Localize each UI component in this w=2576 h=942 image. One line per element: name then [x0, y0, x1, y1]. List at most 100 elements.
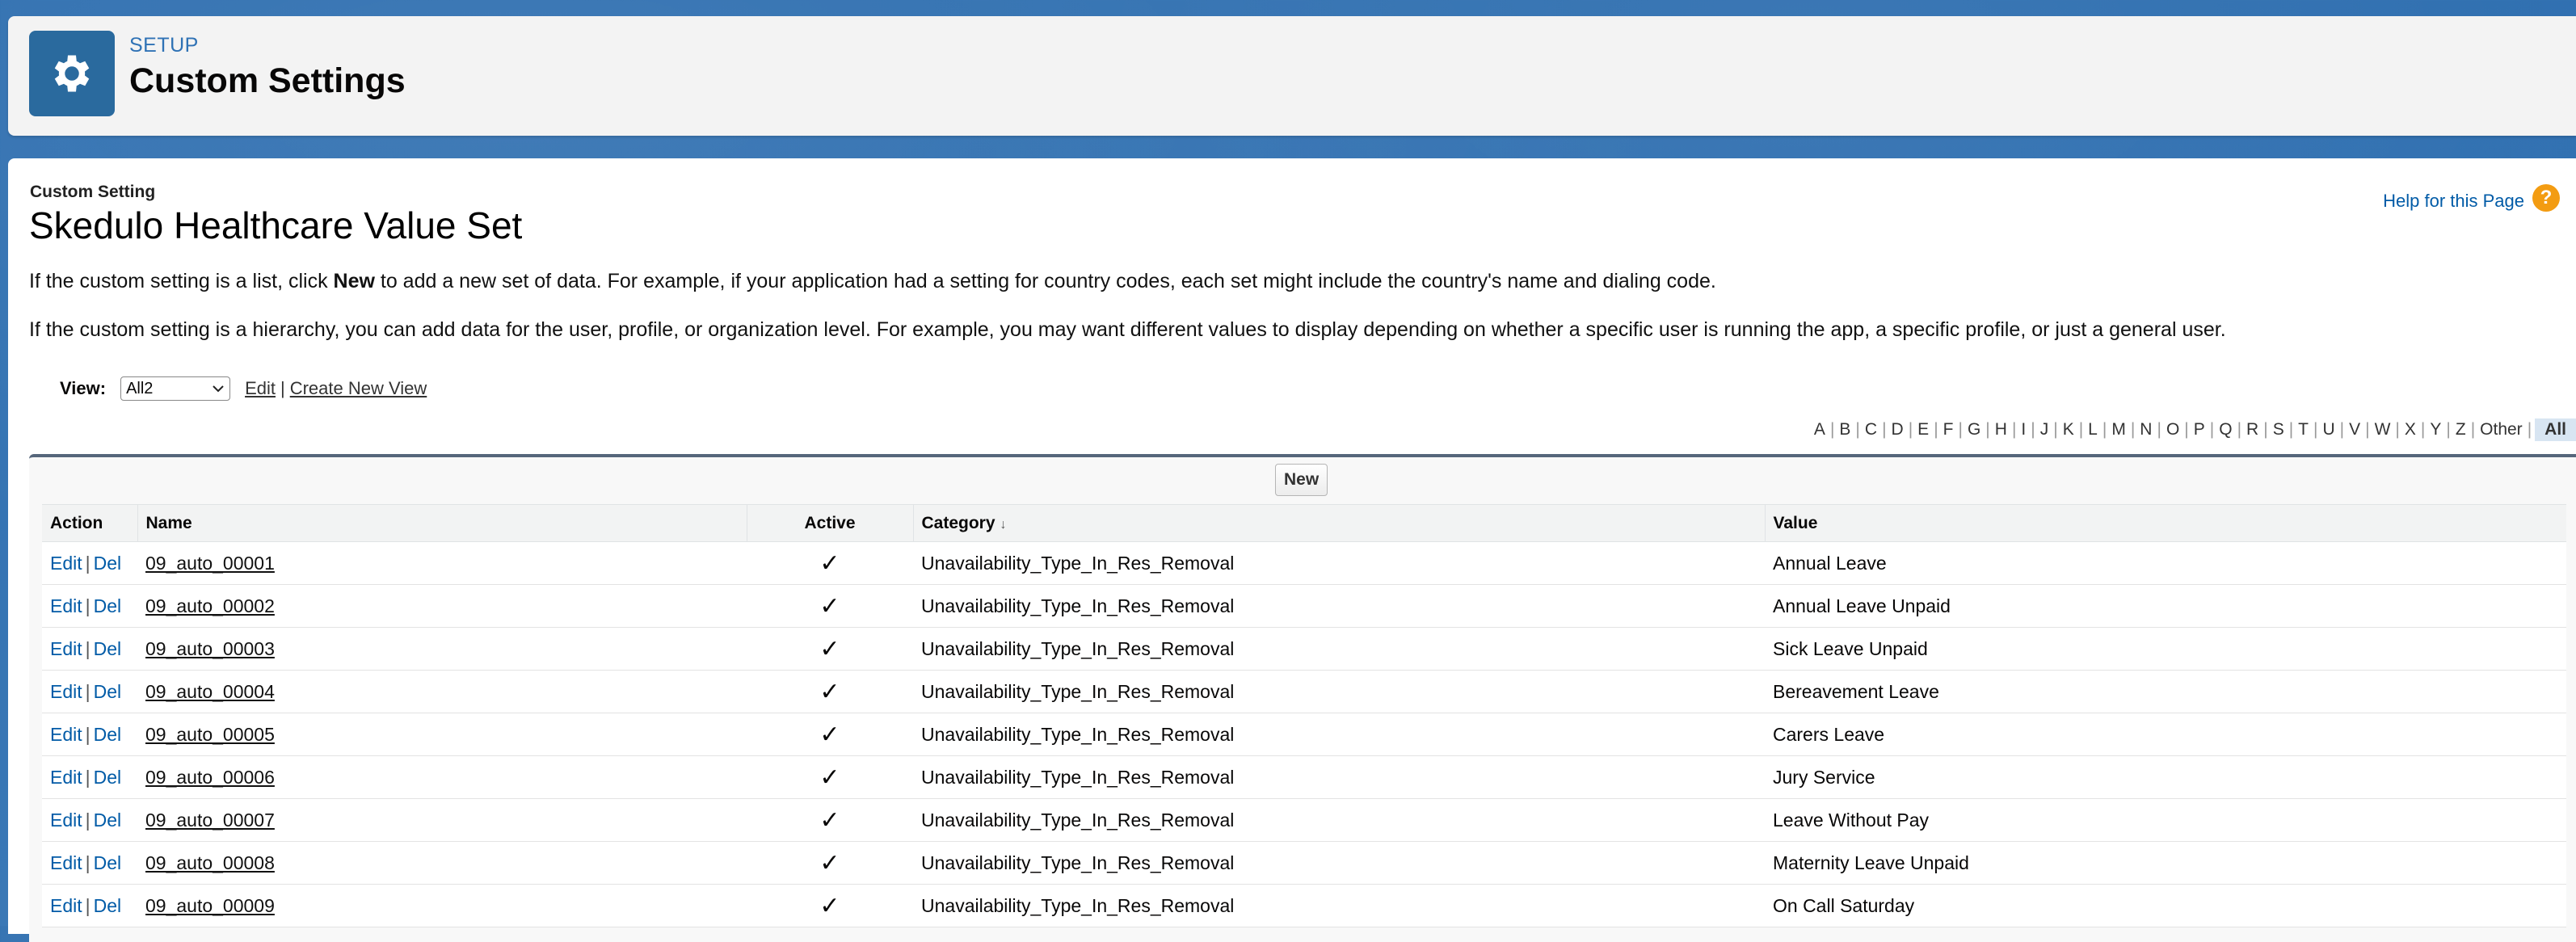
- alphabet-filter-f[interactable]: F: [1938, 420, 1959, 439]
- record-name-link[interactable]: 09_auto_00002: [145, 595, 275, 616]
- table-row: Edit | Del 09_auto_00006 ✓ Unavailability_Typ…: [42, 755, 2566, 799]
- view-select[interactable]: All2: [120, 376, 231, 401]
- value-cell: Maternity Leave Unpaid: [1765, 841, 2566, 885]
- category-cell: Unavailability_Type_In_Res_Removal: [913, 798, 1765, 842]
- action-divider: |: [85, 552, 90, 574]
- delete-link[interactable]: Del: [94, 852, 122, 873]
- record-name-link[interactable]: 09_auto_00005: [145, 724, 275, 745]
- alphabet-filter-n[interactable]: N: [2135, 420, 2157, 439]
- column-header-category[interactable]: Category ↓: [912, 504, 1765, 542]
- list-description-new: New: [333, 270, 375, 292]
- alphabet-filter-y[interactable]: Y: [2425, 420, 2446, 439]
- alphabet-filter-i[interactable]: I: [2016, 420, 2031, 439]
- action-divider: |: [85, 809, 90, 831]
- edit-link[interactable]: Edit: [50, 895, 82, 916]
- alphabet-filter-x[interactable]: X: [2400, 420, 2421, 439]
- name-cell: 09_auto_00007: [137, 798, 747, 842]
- create-view-link[interactable]: Create New View: [290, 378, 427, 399]
- alphabet-filter-j[interactable]: J: [2035, 420, 2054, 439]
- alphabet-filter: A | B | C | D | E | F | G | H | I | J | K | L | M | N | O | P | Q | R | S | T |…: [1809, 418, 2576, 441]
- row-actions: Edit | Del: [42, 755, 137, 799]
- record-name-link[interactable]: 09_auto_00001: [145, 553, 275, 574]
- edit-link[interactable]: Edit: [50, 638, 82, 659]
- category-cell: Unavailability_Type_In_Res_Removal: [913, 755, 1765, 799]
- delete-link[interactable]: Del: [94, 638, 122, 659]
- column-header-active[interactable]: Active: [746, 504, 913, 542]
- hierarchy-description: If the custom setting is a hierarchy, yo…: [29, 318, 2226, 341]
- alphabet-filter-u[interactable]: U: [2317, 420, 2339, 439]
- edit-link[interactable]: Edit: [50, 681, 82, 702]
- category-cell: Unavailability_Type_In_Res_Removal: [913, 627, 1765, 671]
- alphabet-filter-b[interactable]: B: [1834, 420, 1855, 439]
- category-cell: Unavailability_Type_In_Res_Removal: [913, 841, 1765, 885]
- alphabet-filter-o[interactable]: O: [2161, 420, 2184, 439]
- category-cell: Unavailability_Type_In_Res_Removal: [913, 584, 1765, 628]
- record-name-link[interactable]: 09_auto_00009: [145, 895, 275, 916]
- edit-link[interactable]: Edit: [50, 595, 82, 616]
- alphabet-filter-t[interactable]: T: [2293, 420, 2313, 439]
- row-actions: Edit | Del: [42, 798, 137, 842]
- alphabet-filter-d[interactable]: D: [1887, 420, 1909, 439]
- action-divider: |: [85, 852, 90, 873]
- delete-link[interactable]: Del: [94, 681, 122, 702]
- delete-link[interactable]: Del: [94, 553, 122, 574]
- alphabet-filter-c[interactable]: C: [1860, 420, 1882, 439]
- edit-link[interactable]: Edit: [50, 852, 82, 873]
- table-row: Edit | Del 09_auto_00008 ✓ Unavailability_Typ…: [42, 841, 2566, 885]
- edit-link[interactable]: Edit: [50, 767, 82, 788]
- table-header-row: Action Name Active Category ↓ Value: [42, 504, 2566, 542]
- view-label: View:: [60, 378, 107, 398]
- delete-link[interactable]: Del: [94, 767, 122, 788]
- list-table-block: New Action Name Active Category ↓ Value E…: [29, 454, 2576, 942]
- help-link[interactable]: Help for this Page: [2383, 191, 2524, 212]
- help-icon[interactable]: ?: [2532, 184, 2560, 212]
- row-actions: Edit | Del: [42, 670, 137, 713]
- alphabet-filter-s[interactable]: S: [2268, 420, 2289, 439]
- new-button[interactable]: New: [1275, 464, 1328, 496]
- edit-link[interactable]: Edit: [50, 810, 82, 831]
- action-divider: |: [85, 637, 90, 659]
- alphabet-filter-v[interactable]: V: [2344, 420, 2365, 439]
- alphabet-filter-z[interactable]: Z: [2451, 420, 2471, 439]
- gear-icon: [29, 31, 115, 116]
- checkmark-icon: ✓: [747, 541, 913, 585]
- alphabet-filter-all[interactable]: All: [2535, 418, 2576, 441]
- alphabet-filter-l[interactable]: L: [2083, 420, 2102, 439]
- row-actions: Edit | Del: [42, 627, 137, 671]
- alphabet-filter-e[interactable]: E: [1913, 420, 1934, 439]
- alphabet-filter-a[interactable]: A: [1809, 420, 1830, 439]
- record-name-link[interactable]: 09_auto_00007: [145, 810, 275, 831]
- value-cell: Bereavement Leave: [1765, 670, 2566, 713]
- delete-link[interactable]: Del: [94, 595, 122, 616]
- alphabet-filter-r[interactable]: R: [2241, 420, 2263, 439]
- record-name-link[interactable]: 09_auto_00003: [145, 638, 275, 659]
- table-row: Edit | Del 09_auto_00005 ✓ Unavailability_Typ…: [42, 713, 2566, 756]
- alphabet-filter-g[interactable]: G: [1963, 420, 1985, 439]
- record-name-link[interactable]: 09_auto_00004: [145, 681, 275, 702]
- edit-link[interactable]: Edit: [50, 724, 82, 745]
- action-divider: |: [85, 595, 90, 616]
- alphabet-filter-other[interactable]: Other: [2475, 420, 2528, 439]
- alphabet-filter-m[interactable]: M: [2107, 420, 2131, 439]
- name-cell: 09_auto_00004: [137, 670, 747, 713]
- table-row: Edit | Del 09_auto_00002 ✓ Unavailability_Typ…: [42, 584, 2566, 628]
- column-header-value[interactable]: Value: [1764, 504, 2566, 542]
- setup-label: SETUP: [129, 34, 199, 57]
- delete-link[interactable]: Del: [94, 895, 122, 916]
- checkmark-icon: ✓: [747, 755, 913, 799]
- alphabet-filter-k[interactable]: K: [2058, 420, 2079, 439]
- records-table: Action Name Active Category ↓ Value Edit |…: [42, 504, 2566, 927]
- record-name-link[interactable]: 09_auto_00006: [145, 767, 275, 788]
- alphabet-filter-p[interactable]: P: [2189, 420, 2210, 439]
- delete-link[interactable]: Del: [94, 810, 122, 831]
- edit-view-link[interactable]: Edit: [245, 378, 276, 399]
- alphabet-filter-w[interactable]: W: [2370, 420, 2396, 439]
- action-divider: |: [85, 680, 90, 702]
- edit-link[interactable]: Edit: [50, 553, 82, 574]
- alphabet-filter-q[interactable]: Q: [2214, 420, 2237, 439]
- record-name-link[interactable]: 09_auto_00008: [145, 852, 275, 873]
- alphabet-filter-h[interactable]: H: [1990, 420, 2012, 439]
- delete-link[interactable]: Del: [94, 724, 122, 745]
- checkmark-icon: ✓: [747, 584, 913, 628]
- column-header-name[interactable]: Name: [137, 504, 747, 542]
